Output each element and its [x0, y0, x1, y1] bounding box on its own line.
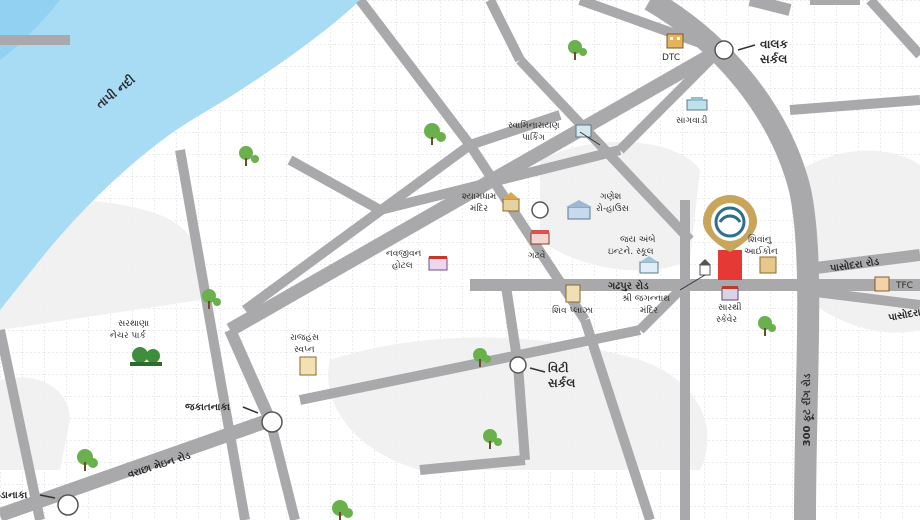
area-map: તાપી નદી વાલક સર્કલ વિટી સર્કલ જકાતનાકા … [0, 0, 920, 520]
tfc-building-icon [874, 276, 890, 292]
hotel-icon [428, 256, 448, 271]
sarthana-label-1: સરથાણા [118, 319, 149, 329]
sagwadi-label: સાગવાડી [676, 115, 708, 126]
sarthi-label-1: સારથી [718, 302, 742, 313]
shyamdham-label-1: શ્યામધામ [462, 192, 496, 202]
rajhans-label-1: રાજહંસ [290, 332, 319, 343]
jakatnaka-label: જકાતનાકા [185, 402, 231, 413]
dtc-label: DTC [662, 53, 680, 63]
shivanu-icon-building [759, 256, 777, 274]
gatve-shop-icon [530, 230, 550, 245]
valak-circle-label-2: સર્કલ [760, 51, 787, 66]
shiv-plaza-label: શિવ પ્લાઝા [552, 305, 593, 316]
vitthi-circle-label-2: સર્કલ [548, 375, 575, 390]
valak-circle-label-1: વાલક [760, 37, 788, 51]
shivanu-label-2: આઈકોન [744, 245, 778, 257]
rajhans-label-2: સ્વપ્ન [294, 345, 315, 355]
danaka-label: ડાનાકા [0, 490, 28, 501]
swaminarayan-label-2: પાર્કિંગ [522, 132, 545, 143]
ganesh-label-2: રો-હાઉસ [596, 202, 629, 214]
map-canvas: તાપી નદી વાલક સર્કલ વિટી સર્કલ જકાતનાકા … [0, 0, 920, 520]
vitthi-circle-label-1: વિટી [548, 360, 569, 375]
rajhans-building-icon [299, 356, 317, 376]
parking-building-icon [575, 124, 592, 138]
jay-ambe-label-2: ઇન્ટને. સ્કૂલ [608, 245, 654, 257]
gadhpur-road-label: ગઢપુર રોડ [608, 278, 649, 292]
shiv-plaza-icon [565, 284, 581, 303]
jay-ambe-label-1: જય અંબે [620, 233, 655, 245]
sarthi-building-icon [721, 286, 739, 301]
shivanu-label-1: શિવાંનુ [748, 234, 772, 245]
swaminarayan-label-1: સ્વામિનારાયણ [508, 120, 560, 131]
sarthana-label-2: નેચર પાર્ક [110, 329, 146, 341]
shyamdham-label-2: મંદિર [470, 203, 488, 214]
ganesh-label-1: ગણેશ [600, 190, 621, 202]
tfc-label: TFC [895, 281, 913, 291]
dtc-building-icon [666, 33, 684, 49]
sarthi-label-2: સ્કેવેર [716, 313, 737, 325]
navjivan-label-2: હોટલ [392, 259, 413, 271]
navjivan-label-1: નવજીવન [386, 249, 422, 259]
project-site [718, 250, 742, 280]
gatve-label: ગટવે [528, 249, 546, 261]
jagannath-label-1: શ્રી જગન્નાથ [622, 293, 670, 304]
jagannath-label-2: મંદિર [640, 305, 658, 316]
gatve-circle-marker [531, 201, 549, 219]
